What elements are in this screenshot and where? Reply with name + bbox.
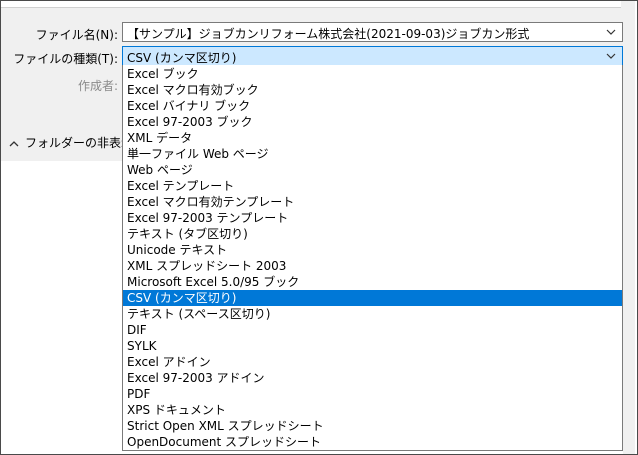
hide-folders-toggle[interactable]: フォルダーの非表示 (9, 134, 133, 151)
author-label: 作成者: (77, 79, 118, 93)
dropdown-option[interactable]: XML データ (123, 130, 622, 146)
dropdown-option[interactable]: Unicode テキスト (123, 242, 622, 258)
file-type-value: CSV (カンマ区切り) (127, 51, 237, 65)
dropdown-option[interactable]: CSV (カンマ区切り) (123, 290, 622, 306)
save-as-dialog: ファイル名(N): 【サンプル】ジョブカンリフォーム株式会社(2021-09-0… (0, 0, 638, 455)
dropdown-option[interactable]: 単一ファイル Web ページ (123, 146, 622, 162)
chevron-down-icon[interactable] (605, 26, 617, 38)
dropdown-option[interactable]: PDF (123, 386, 622, 402)
dropdown-option[interactable]: Excel アドイン (123, 354, 622, 370)
file-type-dropdown-list[interactable]: Excel ブック Excel マクロ有効ブック Excel バイナリ ブック Exc… (122, 65, 623, 451)
dropdown-option[interactable]: Excel 97-2003 テンプレート (123, 210, 622, 226)
dropdown-option[interactable]: Strict Open XML スプレッドシート (123, 418, 622, 434)
dropdown-option[interactable]: SYLK (123, 338, 622, 354)
dropdown-option[interactable]: XPS ドキュメント (123, 402, 622, 418)
dropdown-option[interactable]: テキスト (スペース区切り) (123, 306, 622, 322)
dropdown-option[interactable]: Microsoft Excel 5.0/95 ブック (123, 274, 622, 290)
dropdown-option[interactable]: Excel ブック (123, 66, 622, 82)
top-edge (1, 1, 635, 8)
file-name-value: 【サンプル】ジョブカンリフォーム株式会社(2021-09-03)ジョブカン形式 (127, 27, 530, 41)
dropdown-option[interactable]: Excel 97-2003 ブック (123, 114, 622, 130)
chevron-up-icon (9, 141, 19, 147)
file-name-label: ファイル名(N): (35, 28, 118, 42)
dropdown-option[interactable]: Excel マクロ有効テンプレート (123, 194, 622, 210)
hide-folders-label: フォルダーの非表示 (25, 136, 134, 150)
file-name-input[interactable]: 【サンプル】ジョブカンリフォーム株式会社(2021-09-03)ジョブカン形式 (122, 22, 623, 42)
dropdown-option[interactable]: DIF (123, 322, 622, 338)
dropdown-option[interactable]: テキスト (タブ区切り) (123, 226, 622, 242)
dropdown-option[interactable]: XML スプレッドシート 2003 (123, 258, 622, 274)
dropdown-option[interactable]: OpenDocument スプレッドシート (123, 434, 622, 450)
dropdown-option[interactable]: Web ページ (123, 162, 622, 178)
file-type-select[interactable]: CSV (カンマ区切り) (122, 46, 623, 66)
dialog-right-edge (623, 45, 635, 454)
file-type-label: ファイルの種類(T): (13, 52, 118, 66)
dropdown-option[interactable]: Excel テンプレート (123, 178, 622, 194)
chevron-down-icon[interactable] (605, 50, 617, 62)
dropdown-option[interactable]: Excel マクロ有効ブック (123, 82, 622, 98)
dropdown-option[interactable]: Excel バイナリ ブック (123, 98, 622, 114)
dropdown-option[interactable]: Excel 97-2003 アドイン (123, 370, 622, 386)
